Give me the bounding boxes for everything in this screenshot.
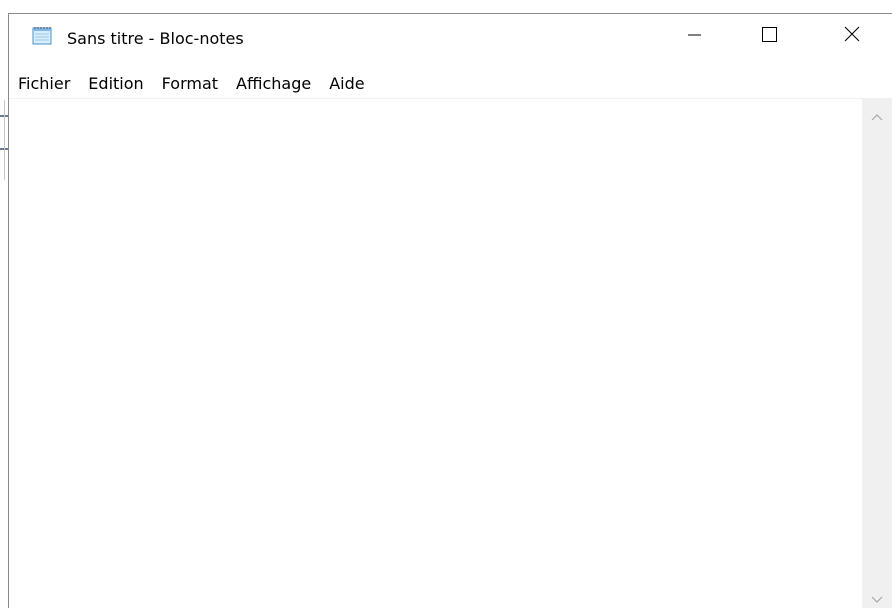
scroll-down-button[interactable] [862,587,892,608]
title-bar[interactable]: Sans titre - Bloc-notes [9,14,892,67]
vertical-scrollbar[interactable] [862,98,892,608]
menu-edition[interactable]: Edition [79,70,152,98]
maximize-icon [761,26,777,42]
chevron-down-icon [871,589,883,608]
window-title: Sans titre - Bloc-notes [67,29,244,48]
minimize-icon [687,27,701,41]
menu-aide[interactable]: Aide [320,70,373,98]
chevron-up-icon [871,106,883,125]
maximize-button[interactable] [746,14,792,54]
desktop: Sans titre - Bloc-notes Fichier Edition … [0,0,892,608]
scroll-up-button[interactable] [862,104,892,126]
menu-fichier[interactable]: Fichier [9,70,79,98]
menu-format[interactable]: Format [153,70,227,98]
menu-bar: Fichier Edition Format Affichage Aide [9,70,374,98]
notepad-window: Sans titre - Bloc-notes Fichier Edition … [8,13,892,608]
text-editor[interactable] [9,99,862,608]
minimize-button[interactable] [671,14,717,54]
close-icon [844,26,860,42]
notepad-icon[interactable] [31,26,53,45]
background-window-edge [4,100,5,180]
close-button[interactable] [829,14,875,54]
menu-affichage[interactable]: Affichage [227,70,320,98]
text-editor-area[interactable] [9,98,862,608]
